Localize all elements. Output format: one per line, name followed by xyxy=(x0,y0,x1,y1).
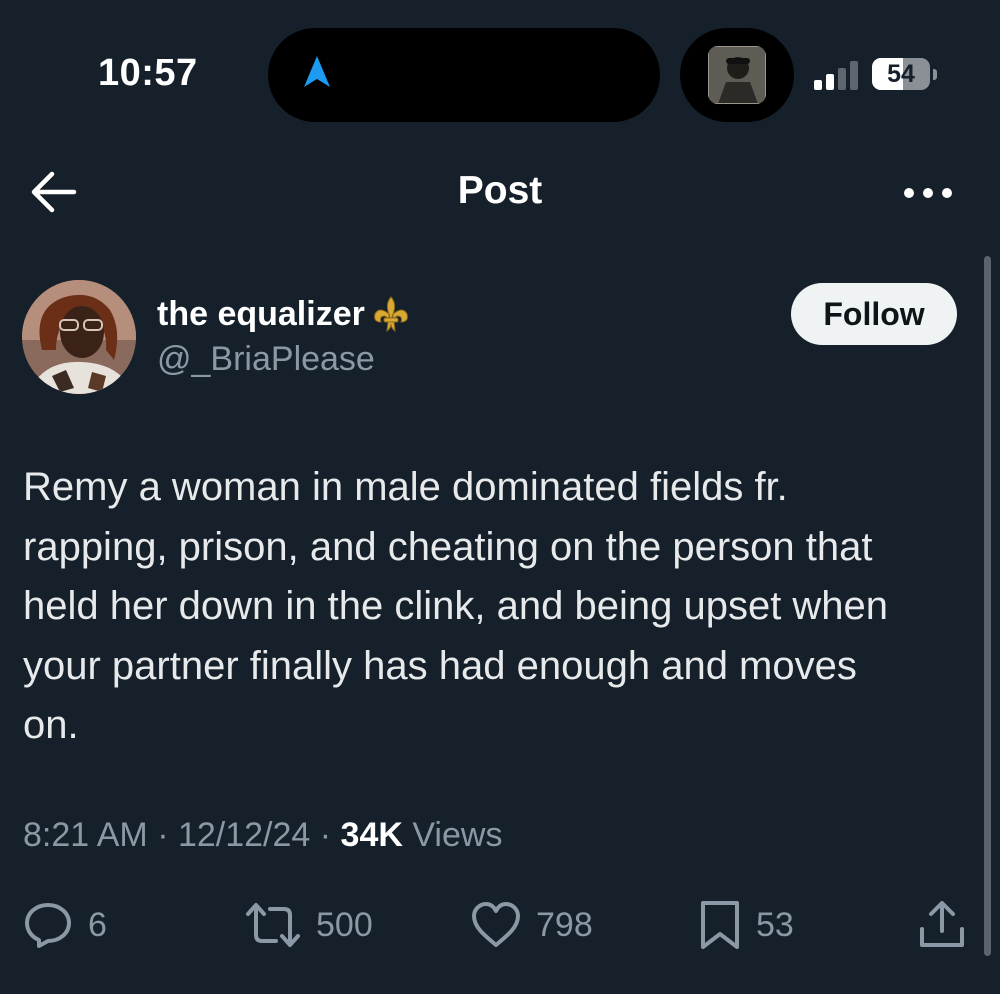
share-button[interactable] xyxy=(916,898,968,952)
repost-count: 500 xyxy=(316,905,373,944)
cellular-signal-icon xyxy=(814,61,858,90)
now-playing-art xyxy=(708,46,766,104)
share-icon xyxy=(920,901,964,947)
views-label: Views xyxy=(402,816,503,854)
display-name-text: the equalizer xyxy=(157,294,365,333)
views-count[interactable]: 34K xyxy=(341,816,403,854)
page-title: Post xyxy=(457,169,543,212)
now-playing-island[interactable] xyxy=(680,28,794,122)
like-button[interactable]: 798 xyxy=(470,898,593,952)
repost-icon xyxy=(246,903,300,947)
avatar[interactable] xyxy=(22,280,136,394)
post-time: 8:21 AM xyxy=(23,816,148,854)
reply-count: 6 xyxy=(88,905,107,944)
fleur-de-lis-icon xyxy=(373,296,408,333)
dynamic-island[interactable] xyxy=(268,28,660,122)
repost-button[interactable]: 500 xyxy=(244,898,373,952)
bookmark-count: 53 xyxy=(756,905,794,944)
location-arrow-icon xyxy=(304,56,330,87)
battery-level: 54 xyxy=(887,60,915,88)
bookmark-button[interactable]: 53 xyxy=(698,898,794,952)
meta-separator: · xyxy=(310,816,341,854)
post-meta: 8:21 AM · 12/12/24 · 34K Views xyxy=(23,816,502,855)
heart-icon xyxy=(472,902,520,947)
meta-separator: · xyxy=(147,816,178,854)
bookmark-icon xyxy=(701,901,739,949)
user-handle[interactable]: @_BriaPlease xyxy=(157,340,375,379)
status-time: 10:57 xyxy=(98,52,198,94)
post-date: 12/12/24 xyxy=(177,816,311,854)
battery-icon: 54 xyxy=(872,58,937,92)
reply-button[interactable]: 6 xyxy=(22,898,107,952)
display-name[interactable]: the equalizer xyxy=(157,294,411,334)
reply-icon xyxy=(25,903,71,948)
post-screen: 10:57 54 Post the equalizer @_BriaPlease… xyxy=(0,0,1000,994)
like-count: 798 xyxy=(536,905,593,944)
post-text: Remy a woman in male dominated fields fr… xyxy=(23,465,889,747)
follow-button[interactable]: Follow xyxy=(791,283,957,345)
more-dots-icon[interactable] xyxy=(900,176,956,210)
scrollbar[interactable] xyxy=(984,256,991,956)
